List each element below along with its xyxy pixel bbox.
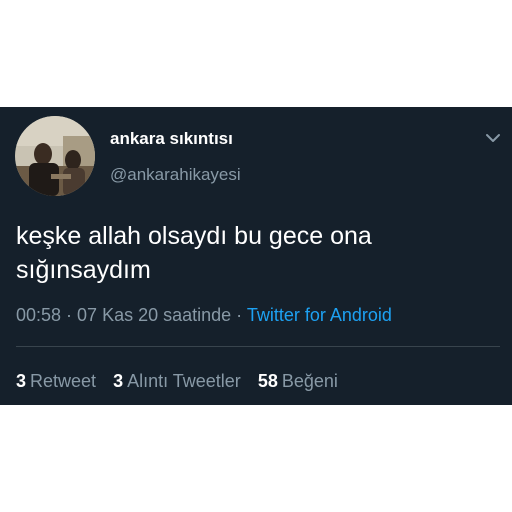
quote-tweets-label: Alıntı Tweetler xyxy=(127,371,241,391)
avatar[interactable] xyxy=(15,116,95,196)
tweet-source-link[interactable]: Twitter for Android xyxy=(247,305,392,325)
retweet-label: Retweet xyxy=(30,371,97,391)
tweet-date[interactable]: 07 Kas 20 saatinde xyxy=(77,305,231,325)
likes-label: Beğeni xyxy=(281,371,338,391)
tweet-meta: 00:58 · 07 Kas 20 saatinde · Twitter for… xyxy=(16,305,392,326)
tweet-stats: 3 Retweet 3 Alıntı Tweetler 58 Beğeni xyxy=(16,371,355,392)
quote-tweets-number: 3 xyxy=(113,371,124,391)
retweet-count-number: 3 xyxy=(16,371,27,391)
tweet-text: keşke allah olsaydı bu gece ona sığınsayd… xyxy=(16,219,496,287)
likes-count[interactable]: 58 Beğeni xyxy=(258,371,338,392)
display-name[interactable]: ankara sıkıntısı xyxy=(110,129,233,149)
chevron-down-icon[interactable] xyxy=(484,131,502,145)
tweet-time[interactable]: 00:58 xyxy=(16,305,61,325)
meta-separator: · xyxy=(231,305,247,325)
quote-tweets-count[interactable]: 3 Alıntı Tweetler xyxy=(113,371,241,392)
tweet-text-line: keşke allah olsaydı bu gece ona xyxy=(16,222,372,250)
divider xyxy=(16,346,500,347)
likes-number: 58 xyxy=(257,371,278,391)
tweet-text-line: sığınsaydım xyxy=(16,256,151,284)
user-handle[interactable]: @ankarahikayesi xyxy=(110,165,241,185)
profile-photo xyxy=(15,116,95,196)
meta-separator: · xyxy=(61,305,78,325)
retweet-count[interactable]: 3 Retweet xyxy=(16,371,96,392)
tweet-card: ankara sıkıntısı @ankarahikayesi keşke a… xyxy=(0,107,512,405)
